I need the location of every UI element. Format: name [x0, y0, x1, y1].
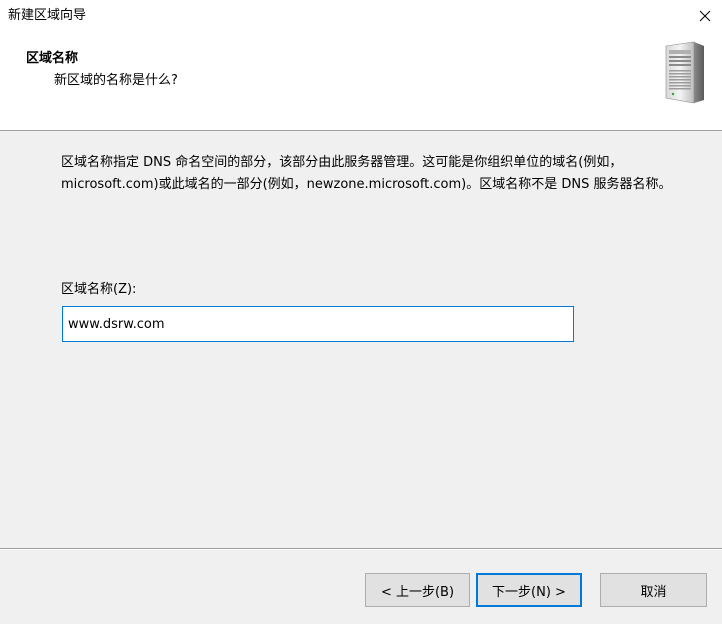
new-zone-wizard-dialog: 新建区域向导 区域名称 新区域的名称是什么? 区域名称指定 DNS 命名空间的部…	[0, 0, 722, 624]
server-icon	[665, 41, 704, 104]
zone-name-input[interactable]	[62, 306, 574, 342]
wizard-header: 区域名称 新区域的名称是什么?	[0, 32, 722, 131]
cancel-button[interactable]: 取消	[600, 573, 707, 607]
page-subtitle: 新区域的名称是什么?	[54, 73, 178, 88]
zone-name-label: 区域名称(Z):	[61, 282, 137, 297]
back-button[interactable]: < 上一步(B)	[365, 573, 470, 607]
zone-name-description: 区域名称指定 DNS 命名空间的部分，该部分由此服务器管理。这可能是你组织单位的…	[61, 155, 672, 192]
window-title: 新建区域向导	[8, 8, 87, 23]
title-bar: 新建区域向导	[0, 0, 722, 32]
close-button[interactable]	[688, 0, 722, 32]
footer-divider	[0, 548, 722, 550]
close-icon	[699, 10, 711, 22]
page-title: 区域名称	[26, 51, 79, 66]
next-button[interactable]: 下一步(N) >	[476, 573, 582, 607]
